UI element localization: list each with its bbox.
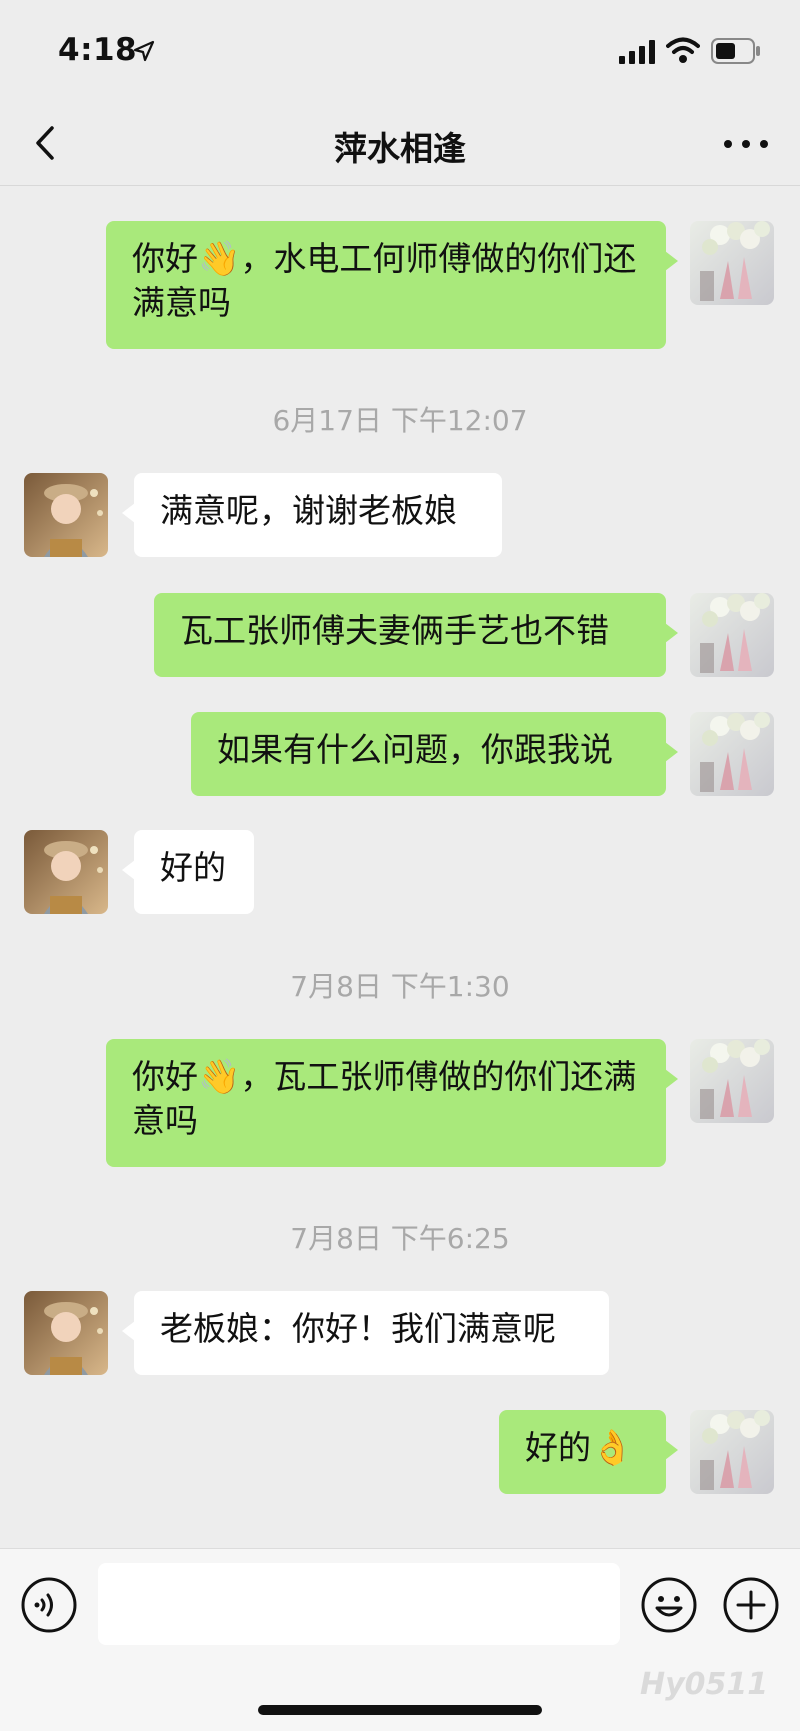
message-text: 好的 xyxy=(160,848,226,887)
ok-hand-emoji-icon: 👌 xyxy=(591,1428,634,1468)
timestamp: 6月17日 下午12:07 xyxy=(272,404,528,437)
avatar[interactable] xyxy=(690,1039,774,1123)
message-bubble[interactable]: 好的👌 xyxy=(499,1410,678,1494)
chat-header: 萍水相逢 xyxy=(0,100,800,186)
wave-emoji-icon: 👋 xyxy=(198,1057,241,1097)
message-row: 瓦工张师傅夫妻俩手艺也不错 xyxy=(0,593,800,679)
wave-emoji-icon: 👋 xyxy=(198,239,241,279)
message-text: 老板娘：你好！我们满意呢 xyxy=(160,1309,556,1348)
chat-title: 萍水相逢 xyxy=(334,129,466,168)
message-bubble[interactable]: 满意呢，谢谢老板娘 xyxy=(122,473,502,557)
message-list: 你好👋，水电工何师傅做的你们还满意吗 6月17日 下午12:07 满意呢，谢谢老… xyxy=(0,187,800,1547)
timestamp: 7月8日 下午6:25 xyxy=(290,1222,510,1255)
message-text: 满意呢，谢谢老板娘 xyxy=(160,491,457,530)
message-bubble[interactable]: 老板娘：你好！我们满意呢 xyxy=(122,1291,609,1375)
message-row: 好的 xyxy=(0,830,800,916)
message-bubble[interactable]: 你好👋，水电工何师傅做的你们还满意吗 xyxy=(106,221,678,349)
message-row: 你好👋，瓦工张师傅做的你们还满意吗 xyxy=(0,1039,800,1169)
message-row: 好的👌 xyxy=(0,1410,800,1496)
avatar[interactable] xyxy=(24,830,108,914)
message-input[interactable] xyxy=(98,1563,620,1645)
message-text: 如果有什么问题，你跟我说 xyxy=(217,730,613,769)
emoji-icon[interactable] xyxy=(640,1576,698,1634)
message-bubble[interactable]: 你好👋，瓦工张师傅做的你们还满意吗 xyxy=(106,1039,678,1167)
message-row: 你好👋，水电工何师傅做的你们还满意吗 xyxy=(0,221,800,351)
avatar[interactable] xyxy=(24,1291,108,1375)
message-bubble[interactable]: 瓦工张师傅夫妻俩手艺也不错 xyxy=(154,593,678,677)
status-time: 4:18 xyxy=(58,32,138,68)
watermark: Hy0511 xyxy=(640,1667,769,1702)
message-row: 老板娘：你好！我们满意呢 xyxy=(0,1291,800,1377)
status-bar: 4:18 xyxy=(0,0,800,100)
avatar[interactable] xyxy=(690,1410,774,1494)
avatar[interactable] xyxy=(690,221,774,305)
message-bubble[interactable]: 好的 xyxy=(122,830,254,914)
input-bar: Hy0511 xyxy=(0,1548,800,1731)
message-text: 好的 xyxy=(525,1428,591,1467)
wifi-icon xyxy=(666,37,700,63)
message-row: 满意呢，谢谢老板娘 xyxy=(0,473,800,559)
avatar[interactable] xyxy=(24,473,108,557)
message-text: 你好 xyxy=(132,1057,198,1096)
signal-icon xyxy=(619,40,655,64)
message-bubble[interactable]: 如果有什么问题，你跟我说 xyxy=(191,712,678,796)
message-text: 瓦工张师傅夫妻俩手艺也不错 xyxy=(180,611,609,650)
avatar[interactable] xyxy=(690,593,774,677)
home-indicator[interactable] xyxy=(258,1705,542,1715)
plus-icon[interactable] xyxy=(722,1576,780,1634)
location-arrow-icon xyxy=(133,40,155,62)
message-row: 如果有什么问题，你跟我说 xyxy=(0,712,800,798)
avatar[interactable] xyxy=(690,712,774,796)
message-text: 你好 xyxy=(132,239,198,278)
battery-icon xyxy=(711,38,760,64)
voice-icon[interactable] xyxy=(20,1576,78,1634)
more-dots-icon[interactable] xyxy=(716,126,776,162)
timestamp: 7月8日 下午1:30 xyxy=(290,970,510,1003)
